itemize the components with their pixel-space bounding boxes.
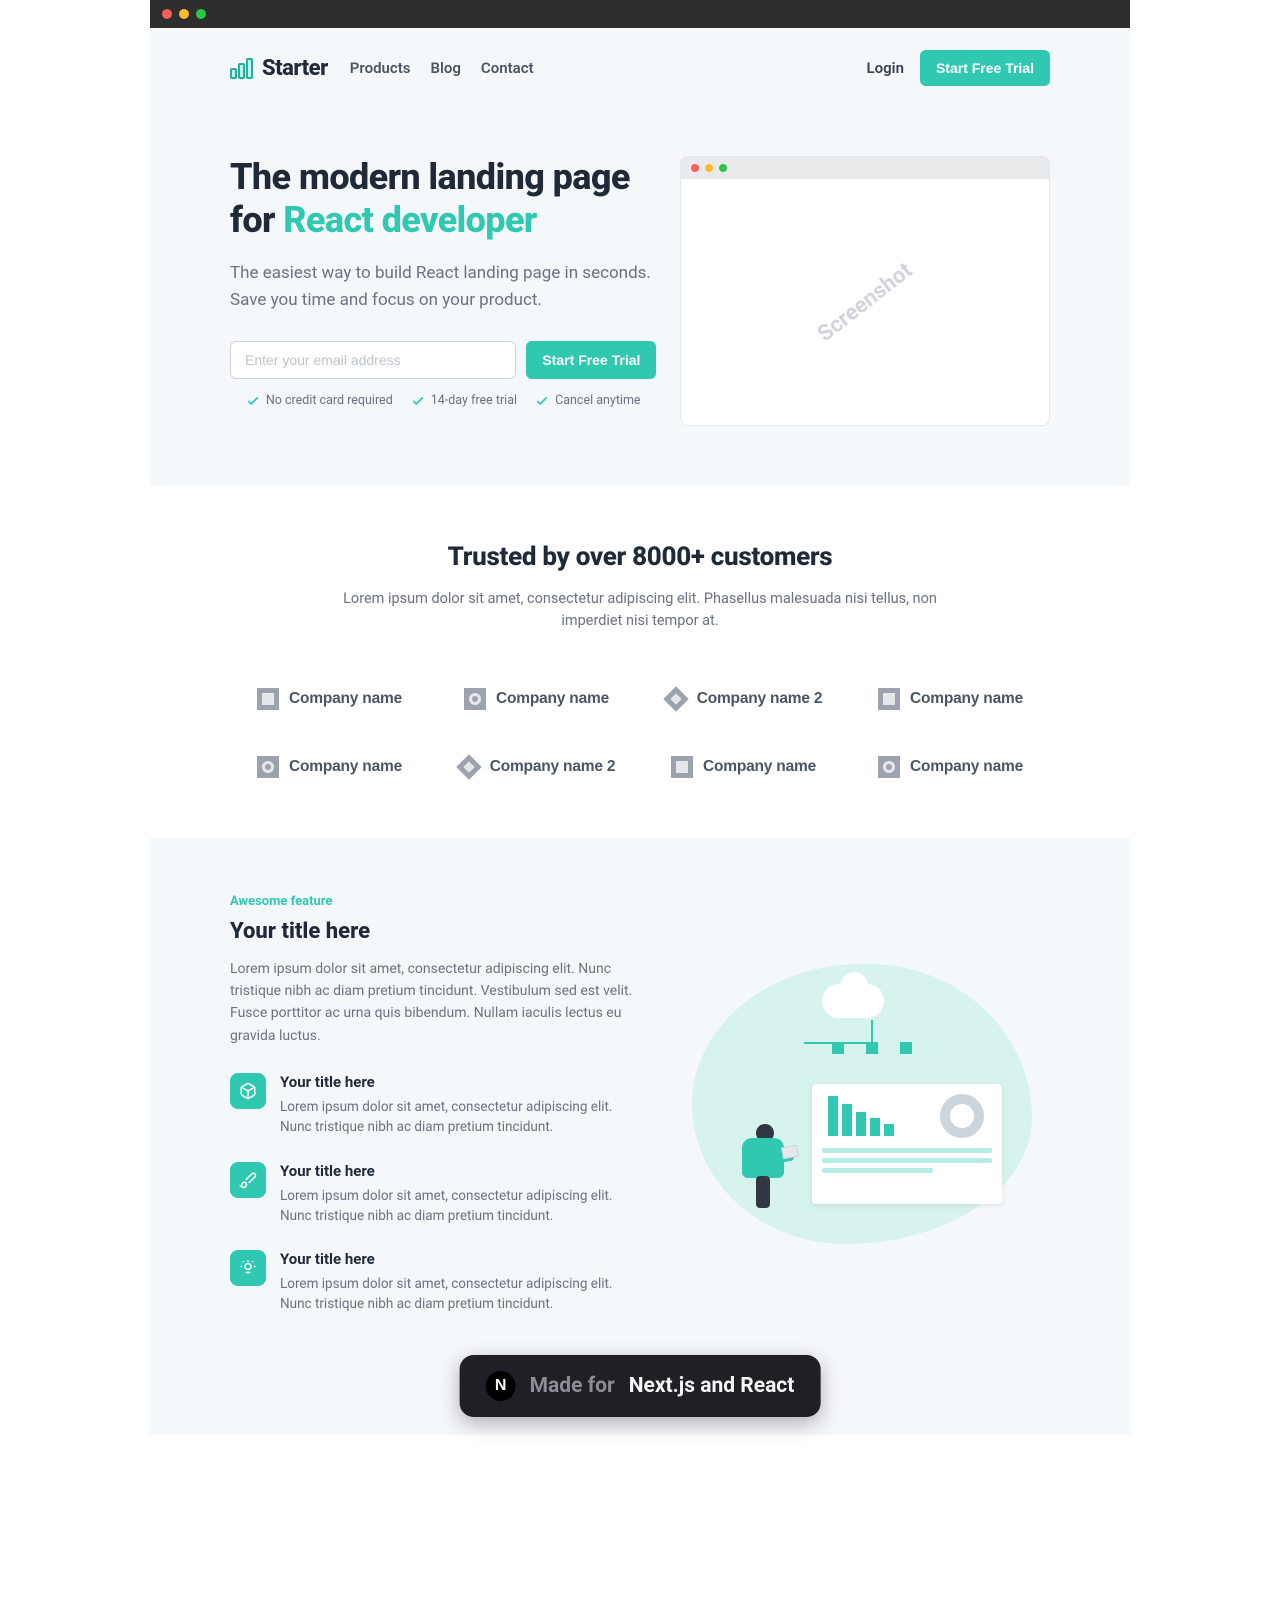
feature-eyebrow: Awesome feature [230, 894, 640, 909]
screenshot-watermark: Screenshot [813, 258, 917, 347]
login-link[interactable]: Login [867, 59, 904, 77]
hero-title-line2-prefix: for [230, 199, 283, 241]
perk-no-credit-card: No credit card required [246, 393, 393, 408]
customers-logo-grid: Company name Company name Company name 2 Co… [230, 688, 1050, 778]
check-icon [411, 394, 425, 408]
toast-made-for-label: Made for [530, 1374, 615, 1398]
feature-illustration [702, 974, 1022, 1234]
cube-icon [230, 1073, 266, 1109]
customer-logo: Company name [851, 688, 1050, 710]
nav-link-blog[interactable]: Blog [430, 59, 460, 77]
customer-logo-name: Company name [910, 690, 1023, 708]
feature-item-desc: Lorem ipsum dolor sit amet, consectetur … [280, 1274, 620, 1315]
nav-link-contact[interactable]: Contact [481, 59, 534, 77]
check-icon [535, 394, 549, 408]
feature-item-desc: Lorem ipsum dolor sit amet, consectetur … [280, 1097, 620, 1138]
feature-item-desc: Lorem ipsum dolor sit amet, consectetur … [280, 1186, 620, 1227]
brand-name: Starter [262, 56, 328, 81]
feature-item-title: Your title here [280, 1073, 620, 1091]
customer-logo-name: Company name [496, 690, 609, 708]
customer-logo-name: Company name [289, 690, 402, 708]
hero-title-line1: The modern landing page [230, 156, 630, 198]
customer-logo: Company name [230, 688, 429, 710]
minimize-icon[interactable] [179, 9, 189, 19]
feature-title: Your title here [230, 919, 640, 944]
perk-cancel-anytime: Cancel anytime [535, 393, 641, 408]
dashboard-panel-icon [812, 1084, 1002, 1204]
navbar: Starter Products Blog Contact Login Star… [230, 28, 1050, 108]
nav-link-products[interactable]: Products [350, 59, 411, 77]
hero-screenshot-placeholder: Screenshot [680, 156, 1050, 426]
customer-logo: Company name [230, 756, 429, 778]
customer-logo: Company name [644, 756, 843, 778]
toast-target-label: Next.js and React [629, 1374, 795, 1398]
hero-subtitle: The easiest way to build React landing p… [230, 260, 656, 313]
customer-logo-name: Company name [910, 758, 1023, 776]
hero-title: The modern landing page for React develo… [230, 156, 656, 242]
customer-logo-name: Company name 2 [490, 758, 616, 776]
perk-free-trial: 14-day free trial [411, 393, 517, 408]
customer-logo-name: Company name 2 [697, 690, 823, 708]
email-input[interactable] [230, 341, 516, 379]
brush-icon [230, 1162, 266, 1198]
circle-icon [464, 688, 486, 710]
customer-logo: Company name 2 [437, 756, 636, 778]
hero-perks: No credit card required 14-day free tria… [230, 393, 656, 408]
circle-icon [878, 756, 900, 778]
brand-logo-icon [230, 57, 254, 79]
feature-item-title: Your title here [280, 1250, 620, 1268]
zoom-icon [719, 164, 727, 172]
diamond-icon [458, 756, 480, 778]
zoom-icon[interactable] [196, 9, 206, 19]
mock-browser-bar [681, 157, 1049, 179]
customer-logo-name: Company name [289, 758, 402, 776]
cloud-icon [822, 984, 884, 1018]
minimize-icon [705, 164, 713, 172]
square-icon [878, 688, 900, 710]
feature-description: Lorem ipsum dolor sit amet, consectetur … [230, 958, 640, 1048]
start-free-trial-button[interactable]: Start Free Trial [920, 50, 1050, 86]
circle-icon [257, 756, 279, 778]
feature-item: Your title here Lorem ipsum dolor sit ame… [230, 1073, 640, 1138]
feature-list: Your title here Lorem ipsum dolor sit ame… [230, 1073, 640, 1315]
feature-item: Your title here Lorem ipsum dolor sit ame… [230, 1250, 640, 1315]
nav-links: Products Blog Contact [350, 59, 534, 77]
customer-logo-name: Company name [703, 758, 816, 776]
customers-subtitle: Lorem ipsum dolor sit amet, consectetur … [340, 588, 940, 632]
check-icon [246, 394, 260, 408]
customer-logo: Company name 2 [644, 688, 843, 710]
customers-title: Trusted by over 8000+ customers [230, 542, 1050, 572]
feature-item: Your title here Lorem ipsum dolor sit ame… [230, 1162, 640, 1227]
feature-item-title: Your title here [280, 1162, 620, 1180]
bulb-icon [230, 1250, 266, 1286]
nextjs-logo-icon: N [486, 1371, 516, 1401]
diamond-icon [665, 688, 687, 710]
hero-start-free-trial-button[interactable]: Start Free Trial [526, 341, 656, 379]
customer-logo: Company name [851, 756, 1050, 778]
tree-diagram-icon [832, 1020, 912, 1054]
macos-titlebar [150, 0, 1130, 28]
donut-chart-icon [940, 1094, 984, 1138]
square-icon [671, 756, 693, 778]
brand[interactable]: Starter [230, 56, 328, 81]
close-icon [691, 164, 699, 172]
square-icon [257, 688, 279, 710]
hero-title-accent: React developer [283, 199, 536, 241]
made-for-toast: N Made for Next.js and React [460, 1355, 821, 1417]
person-icon [732, 1124, 792, 1208]
close-icon[interactable] [162, 9, 172, 19]
customer-logo: Company name [437, 688, 636, 710]
